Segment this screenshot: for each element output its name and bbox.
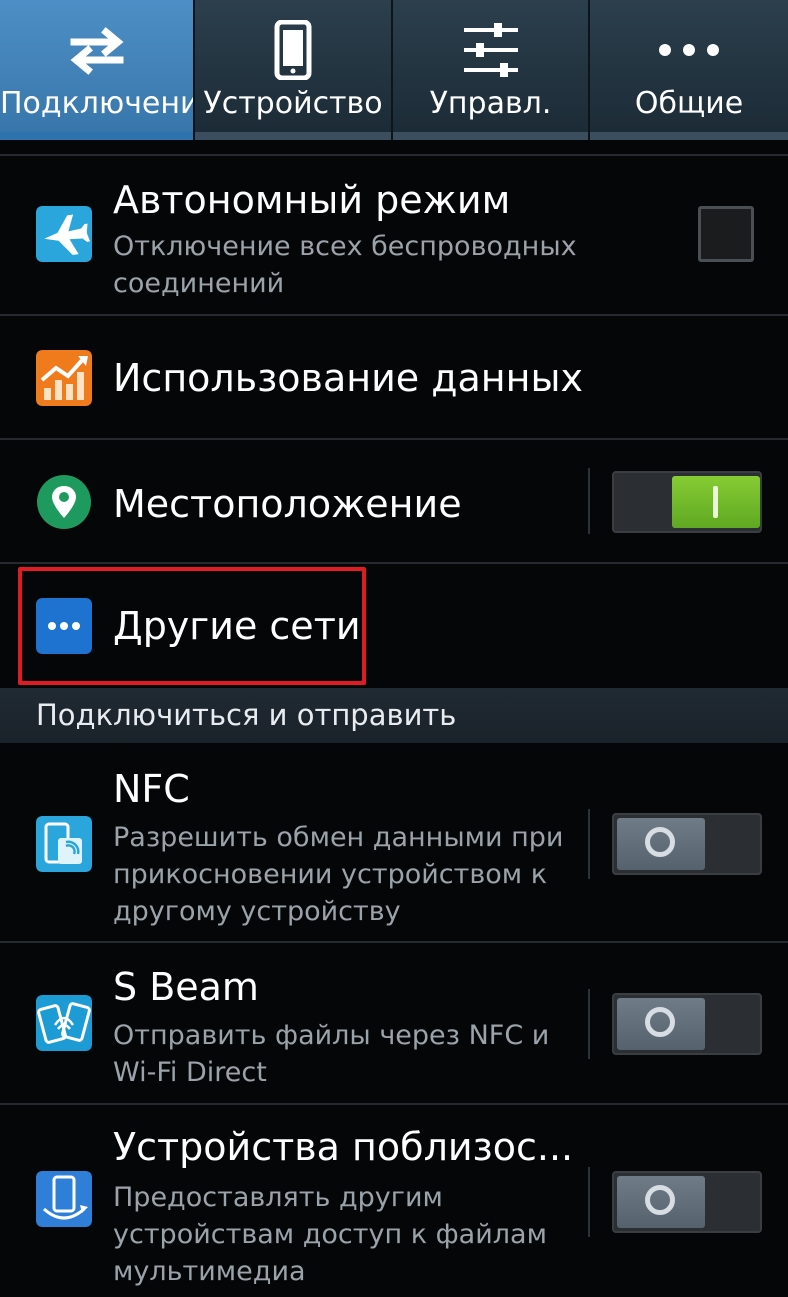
setting-title: Устройства поблизос...: [113, 1125, 574, 1169]
setting-subtitle: Предоставлять другим устройствам доступ …: [113, 1182, 547, 1287]
tab-controls[interactable]: Управл.: [393, 0, 590, 140]
setting-subtitle: Отправить файлы через NFC и Wi-Fi Direct: [113, 1020, 550, 1088]
switch-knob: [672, 476, 760, 528]
sliders-icon: [463, 23, 518, 77]
sbeam-icon: [36, 995, 92, 1051]
swap-arrows-icon: [70, 27, 123, 75]
s-beam-switch[interactable]: [612, 993, 762, 1055]
switch-knob: [617, 1176, 705, 1228]
setting-nfc[interactable]: NFC Разрешить обмен данными при прикосно…: [0, 743, 788, 943]
setting-title: NFC: [113, 767, 190, 811]
tab-device[interactable]: Устройство: [195, 0, 393, 140]
nfc-switch[interactable]: [612, 813, 762, 875]
switch-divider: [588, 1167, 590, 1237]
location-switch[interactable]: [612, 471, 762, 533]
nearby-devices-icon: [36, 1171, 92, 1227]
tab-general[interactable]: Общие: [590, 0, 788, 140]
switch-divider: [588, 468, 590, 534]
switch-knob: [617, 818, 705, 870]
switch-divider: [588, 809, 590, 879]
tab-indicator: [590, 132, 788, 140]
phone-icon: [274, 20, 312, 80]
setting-subtitle: Отключение всех беспроводных соединений: [113, 231, 577, 299]
switch-divider: [588, 989, 590, 1059]
location-pin-icon: [37, 475, 91, 529]
setting-title: S Beam: [113, 965, 259, 1009]
setting-title: Автономный режим: [113, 178, 511, 222]
setting-airplane-mode[interactable]: Автономный режим Отключение всех беспров…: [0, 156, 788, 316]
airplane-mode-checkbox[interactable]: [698, 206, 754, 262]
tab-connections[interactable]: Подключени: [0, 0, 195, 140]
airplane-icon: [36, 206, 92, 262]
tab-label: Устройство: [203, 86, 383, 121]
tab-indicator: [393, 132, 588, 140]
switch-knob: [617, 998, 705, 1050]
data-usage-chart-icon: [36, 350, 92, 406]
setting-subtitle: Разрешить обмен данными при прикосновени…: [113, 822, 564, 927]
tab-label: Управл.: [429, 86, 552, 121]
tab-label: Подключени: [0, 86, 195, 121]
more-dots-icon: [659, 44, 719, 56]
tab-label: Общие: [634, 86, 744, 121]
section-header: Подключиться и отправить: [0, 688, 788, 743]
setting-nearby-devices[interactable]: Устройства поблизос... Предоставлять дру…: [0, 1105, 788, 1297]
setting-s-beam[interactable]: S Beam Отправить файлы через NFC и Wi-Fi…: [0, 943, 788, 1105]
tab-indicator: [0, 132, 193, 140]
setting-data-usage[interactable]: Использование данных: [0, 316, 788, 440]
nfc-icon: [36, 816, 92, 872]
setting-location[interactable]: Местоположение: [0, 440, 788, 564]
highlight-frame: [18, 567, 366, 685]
setting-title: Местоположение: [113, 482, 462, 526]
settings-tab-bar: Подключени Устройство Управл. Общие: [0, 0, 788, 140]
tab-indicator: [195, 132, 391, 140]
nearby-devices-switch[interactable]: [612, 1171, 762, 1233]
setting-title: Использование данных: [113, 356, 583, 400]
